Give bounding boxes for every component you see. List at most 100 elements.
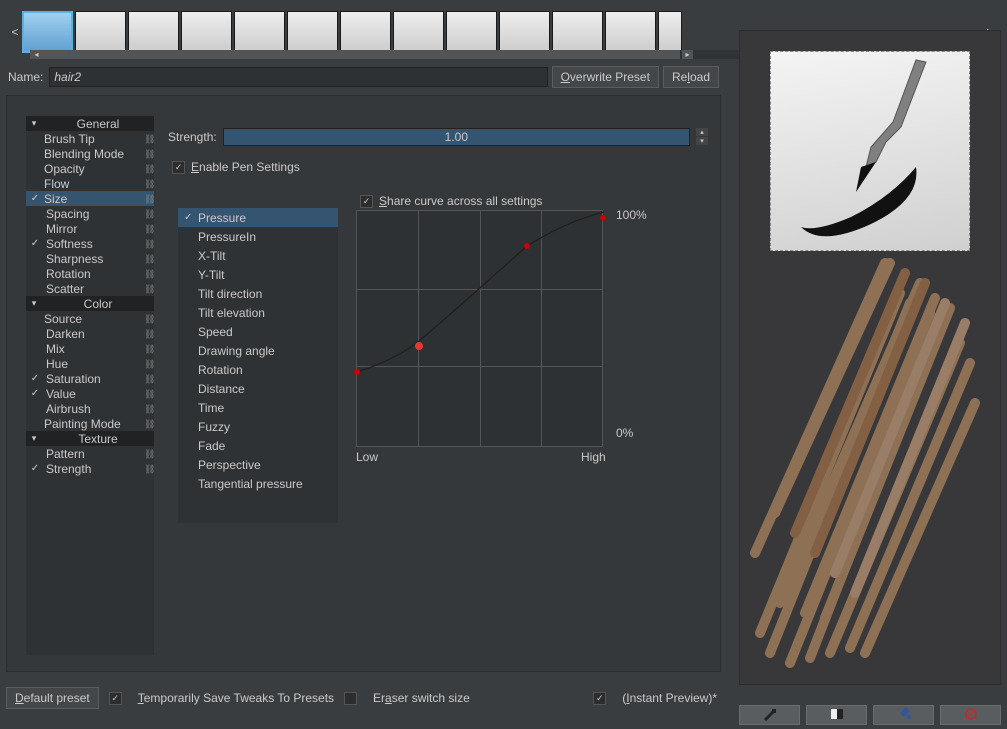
tree-item[interactable]: Mirror⛓ (26, 221, 154, 236)
enable-pen-settings-label: Enable Pen Settings (191, 160, 300, 174)
tree-header[interactable]: ▾Texture (26, 431, 154, 446)
brush-thumb[interactable] (658, 11, 682, 53)
sensor-item[interactable]: Distance (178, 379, 338, 398)
link-icon[interactable]: ⛓ (144, 360, 152, 368)
sensor-item[interactable]: X-Tilt (178, 246, 338, 265)
sensor-item[interactable]: Drawing angle (178, 341, 338, 360)
action-fill-button[interactable] (873, 705, 934, 725)
link-icon[interactable]: ⛓ (144, 240, 152, 248)
tree-item[interactable]: Blending Mode⛓ (26, 146, 154, 161)
sensor-item[interactable]: Y-Tilt (178, 265, 338, 284)
link-icon[interactable]: ⛓ (144, 330, 152, 338)
curve-point[interactable] (600, 215, 606, 221)
curve-editor[interactable] (356, 210, 603, 447)
link-icon[interactable]: ⛓ (144, 375, 152, 383)
brush-thumb[interactable] (605, 11, 656, 53)
curve-point[interactable] (415, 342, 423, 350)
tree-item[interactable]: Brush Tip⛓ (26, 131, 154, 146)
tree-item[interactable]: Pattern⛓ (26, 446, 154, 461)
tree-item[interactable]: ✓Strength⛓ (26, 461, 154, 476)
sensor-item[interactable]: Fade (178, 436, 338, 455)
enable-pen-settings-checkbox[interactable] (172, 161, 185, 174)
strength-slider[interactable]: 1.00 (223, 128, 690, 146)
link-icon[interactable]: ⛓ (144, 255, 152, 263)
sensor-item[interactable]: Tilt elevation (178, 303, 338, 322)
link-icon[interactable]: ⛓ (144, 180, 152, 188)
curve-point[interactable] (524, 243, 530, 249)
tree-item[interactable]: Source⛓ (26, 311, 154, 326)
sensor-item[interactable]: Fuzzy (178, 417, 338, 436)
link-icon[interactable]: ⛓ (144, 315, 152, 323)
tree-item[interactable]: Opacity⛓ (26, 161, 154, 176)
link-icon[interactable]: ⛓ (144, 450, 152, 458)
sensor-item[interactable]: Tilt direction (178, 284, 338, 303)
carousel-prev[interactable]: < (8, 25, 22, 39)
link-icon[interactable]: ⛓ (144, 285, 152, 293)
brush-thumb[interactable] (181, 11, 232, 53)
curve-point[interactable] (354, 369, 360, 375)
preset-name-input[interactable] (49, 67, 547, 87)
action-forbidden-button[interactable] (940, 705, 1001, 725)
temp-save-checkbox[interactable] (109, 692, 122, 705)
tree-item[interactable]: Hue⛓ (26, 356, 154, 371)
brush-thumb[interactable] (393, 11, 444, 53)
scrollbar-thumb[interactable] (30, 50, 680, 59)
overwrite-preset-button[interactable]: OOverwrite Presetverwrite Preset (552, 66, 659, 88)
tree-item[interactable]: Flow⛓ (26, 176, 154, 191)
brush-thumb[interactable] (128, 11, 179, 53)
brush-thumb[interactable] (22, 11, 73, 53)
scroll-right-button[interactable]: ▸ (682, 50, 693, 59)
sensor-item[interactable]: Perspective (178, 455, 338, 474)
link-icon[interactable]: ⛓ (144, 345, 152, 353)
tree-item[interactable]: ✓Softness⛓ (26, 236, 154, 251)
tree-item[interactable]: Rotation⛓ (26, 266, 154, 281)
link-icon[interactable]: ⛓ (144, 390, 152, 398)
share-curve-checkbox[interactable] (360, 195, 373, 208)
tree-item[interactable]: Painting Mode⛓ (26, 416, 154, 431)
reload-button[interactable]: Reload (663, 66, 719, 88)
scroll-left-button[interactable]: ◂ (31, 50, 42, 59)
brush-tip-preview (770, 51, 970, 251)
sensor-item[interactable]: PressureIn (178, 227, 338, 246)
action-brush-button[interactable] (739, 705, 800, 725)
brush-thumb[interactable] (446, 11, 497, 53)
sensor-item[interactable]: Tangential pressure (178, 474, 338, 493)
tree-header[interactable]: ▾Color (26, 296, 154, 311)
link-icon[interactable]: ⛓ (144, 210, 152, 218)
action-contrast-button[interactable] (806, 705, 867, 725)
default-preset-button[interactable]: Default preset (6, 687, 99, 709)
strength-spinner[interactable]: ▴▾ (696, 128, 708, 146)
tree-item[interactable]: ✓Value⛓ (26, 386, 154, 401)
tree-item[interactable]: Darken⛓ (26, 326, 154, 341)
tree-header[interactable]: ▾General (26, 116, 154, 131)
tree-item[interactable]: Sharpness⛓ (26, 251, 154, 266)
sensor-item[interactable]: ✓Pressure (178, 208, 338, 227)
brush-thumb[interactable] (75, 11, 126, 53)
link-icon[interactable]: ⛓ (144, 465, 152, 473)
tree-item[interactable]: Mix⛓ (26, 341, 154, 356)
sensor-item[interactable]: Time (178, 398, 338, 417)
tree-item[interactable]: Scatter⛓ (26, 281, 154, 296)
link-icon[interactable]: ⛓ (144, 225, 152, 233)
brush-thumb[interactable] (234, 11, 285, 53)
link-icon[interactable]: ⛓ (144, 165, 152, 173)
link-icon[interactable]: ⛓ (144, 150, 152, 158)
link-icon[interactable]: ⛓ (144, 420, 152, 428)
brush-thumb[interactable] (287, 11, 338, 53)
brush-thumb[interactable] (340, 11, 391, 53)
link-icon[interactable]: ⛓ (144, 405, 152, 413)
sensor-item[interactable]: Rotation (178, 360, 338, 379)
strength-label: Strength: (168, 130, 217, 144)
tree-item[interactable]: ✓Saturation⛓ (26, 371, 154, 386)
eraser-switch-checkbox[interactable] (344, 692, 357, 705)
link-icon[interactable]: ⛓ (144, 135, 152, 143)
tree-item[interactable]: Spacing⛓ (26, 206, 154, 221)
link-icon[interactable]: ⛓ (144, 270, 152, 278)
link-icon[interactable]: ⛓ (144, 195, 152, 203)
tree-item[interactable]: ✓Size⛓ (26, 191, 154, 206)
sensor-item[interactable]: Speed (178, 322, 338, 341)
tree-item[interactable]: Airbrush⛓ (26, 401, 154, 416)
instant-preview-checkbox[interactable] (593, 692, 606, 705)
brush-thumb[interactable] (499, 11, 550, 53)
brush-thumb[interactable] (552, 11, 603, 53)
